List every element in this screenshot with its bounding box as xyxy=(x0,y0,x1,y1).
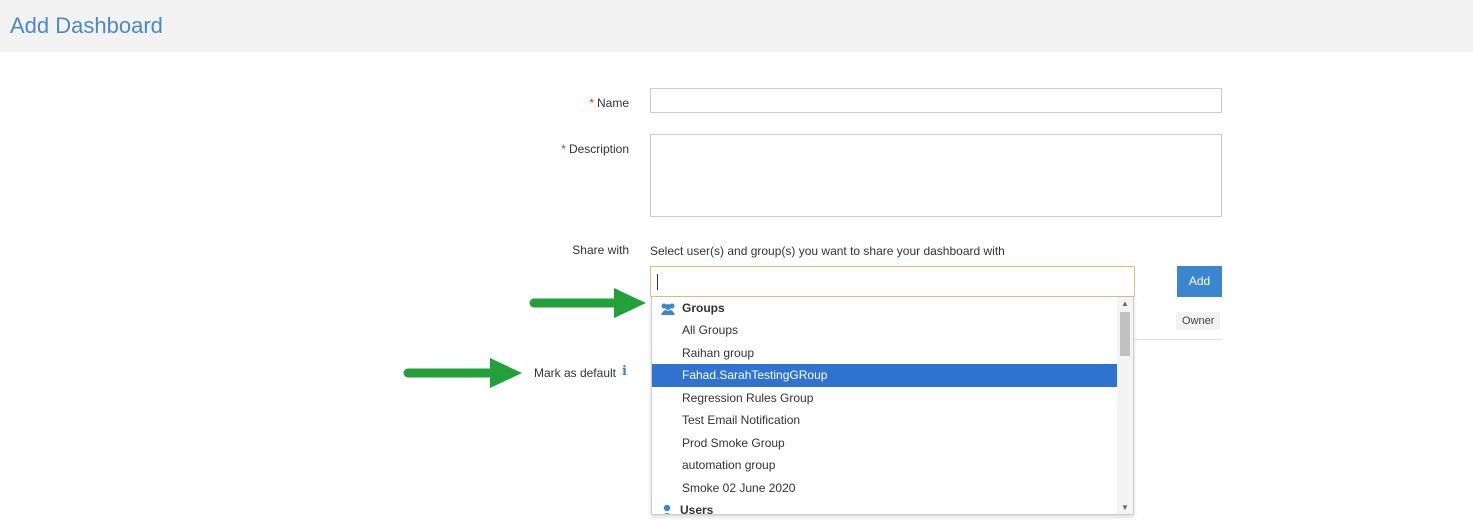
share-dropdown[interactable]: Groups All Groups Raihan group Fahad.Sar… xyxy=(651,297,1134,515)
group-option[interactable]: All Groups xyxy=(652,319,1118,342)
add-button[interactable]: Add xyxy=(1177,266,1222,297)
green-arrow-icon xyxy=(529,288,646,318)
share-hint: Select user(s) and group(s) you want to … xyxy=(650,244,1005,258)
text-caret xyxy=(657,274,658,290)
groups-icon xyxy=(661,303,675,315)
green-arrow-icon xyxy=(403,358,522,388)
share-with-label: Share with xyxy=(572,243,629,257)
group-option[interactable]: Smoke 02 June 2020 xyxy=(652,477,1118,500)
user-icon xyxy=(663,504,671,514)
info-icon[interactable]: i xyxy=(622,364,627,379)
scrollbar-thumb[interactable] xyxy=(1120,312,1130,356)
group-option[interactable]: Test Email Notification xyxy=(652,409,1118,432)
groups-header: Groups xyxy=(660,301,725,315)
group-option[interactable]: Raihan group xyxy=(652,342,1118,365)
scroll-down-icon[interactable]: ▼ xyxy=(1121,503,1129,512)
name-input[interactable] xyxy=(650,88,1222,113)
users-header: Users xyxy=(660,503,713,514)
name-label: * Name xyxy=(589,96,629,110)
group-option[interactable]: Regression Rules Group xyxy=(652,387,1118,410)
group-option[interactable]: automation group xyxy=(652,454,1118,477)
page-header: Add Dashboard xyxy=(0,0,1473,52)
dropdown-scrollbar[interactable]: ▲ ▼ xyxy=(1117,297,1133,514)
scroll-up-icon[interactable]: ▲ xyxy=(1121,299,1129,308)
description-label: * Description xyxy=(561,142,629,156)
page-title: Add Dashboard xyxy=(10,13,163,38)
description-input[interactable] xyxy=(650,134,1222,217)
group-option-selected[interactable]: Fahad.SarahTestingGRoup xyxy=(652,364,1118,387)
share-search-input[interactable] xyxy=(650,266,1135,297)
divider xyxy=(1135,339,1222,340)
owner-badge: Owner xyxy=(1176,312,1221,330)
group-option[interactable]: Prod Smoke Group xyxy=(652,432,1118,455)
mark-default-label: Mark as default xyxy=(533,366,616,380)
